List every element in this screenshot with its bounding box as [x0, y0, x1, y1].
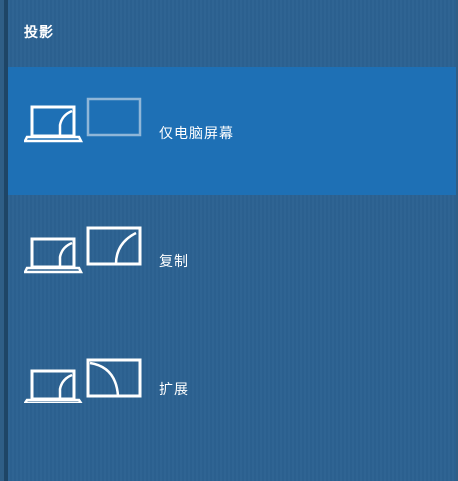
- extend-icon: [24, 358, 142, 403]
- option-extend[interactable]: 扩展: [8, 323, 456, 451]
- option-pc-screen-only[interactable]: 仅电脑屏幕: [8, 67, 456, 195]
- duplicate-icon: [24, 226, 142, 274]
- option-label-extend: 扩展: [159, 382, 189, 398]
- pc-screen-only-icon: [24, 97, 142, 143]
- panel-title: 投影: [24, 25, 54, 41]
- option-label-duplicate: 复制: [159, 254, 189, 270]
- option-label-pc-screen-only: 仅电脑屏幕: [159, 126, 234, 142]
- option-duplicate[interactable]: 复制: [8, 195, 456, 323]
- project-panel: 投影 仅电脑屏幕 复制 扩展: [4, 0, 456, 481]
